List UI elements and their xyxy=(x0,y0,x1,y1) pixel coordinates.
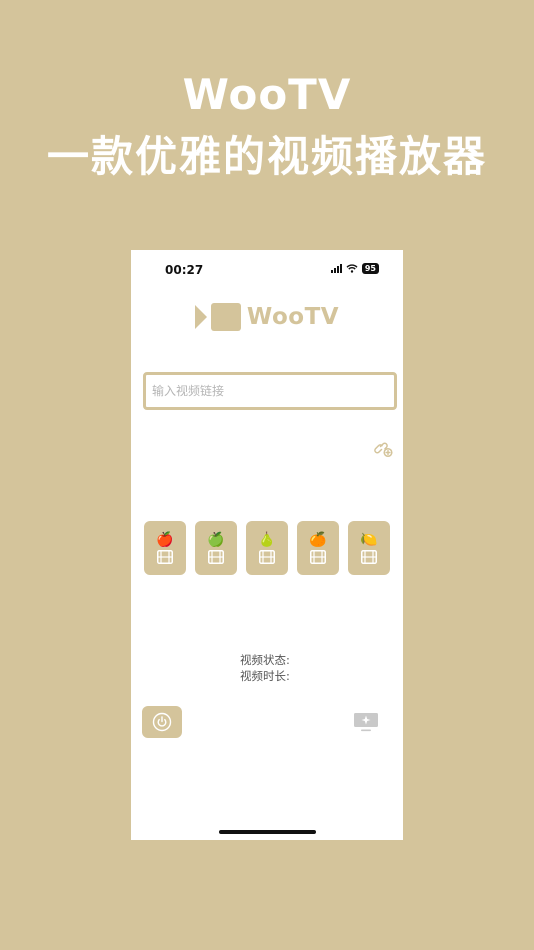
hero-title: WooTV xyxy=(182,70,352,119)
status-time: 00:27 xyxy=(165,263,204,277)
source-button-lemon[interactable]: 🍋 xyxy=(348,521,390,575)
lemon-icon: 🍋 xyxy=(360,532,378,548)
power-button[interactable] xyxy=(142,706,182,738)
brand-name: WooTV xyxy=(246,304,340,330)
apple-icon: 🍎 xyxy=(156,532,174,548)
brand-logo: WooTV xyxy=(131,302,403,332)
battery-icon: 95 xyxy=(361,263,379,274)
link-add-icon[interactable] xyxy=(373,438,393,458)
film-icon xyxy=(361,550,377,564)
source-button-orange[interactable]: 🍊 xyxy=(297,521,339,575)
wifi-icon xyxy=(346,264,358,273)
orange-icon: 🍊 xyxy=(309,532,327,548)
video-status-label: 视频状态: xyxy=(240,653,290,667)
film-icon xyxy=(310,550,326,564)
camera-icon xyxy=(194,303,241,331)
signal-icon xyxy=(330,264,342,273)
film-icon xyxy=(157,550,173,564)
video-info: 视频状态: 视频时长: xyxy=(240,652,290,684)
home-indicator xyxy=(219,830,316,834)
phone-screen: 00:27 95 WooTV 🍎 xyxy=(131,250,403,840)
source-button-pear[interactable]: 🍐 xyxy=(246,521,288,575)
cast-screen-icon[interactable] xyxy=(353,711,379,733)
video-duration-label: 视频时长: xyxy=(240,669,290,683)
source-button-apple[interactable]: 🍎 xyxy=(144,521,186,575)
hero-subtitle: 一款优雅的视频播放器 xyxy=(46,132,487,181)
film-icon xyxy=(259,550,275,564)
power-icon xyxy=(152,712,172,732)
source-button-green-apple[interactable]: 🍏 xyxy=(195,521,237,575)
pear-icon: 🍐 xyxy=(258,532,276,548)
film-icon xyxy=(208,550,224,564)
green-apple-icon: 🍏 xyxy=(207,532,225,548)
status-indicators: 95 xyxy=(330,263,379,274)
source-list: 🍎 🍏 🍐 🍊 🍋 xyxy=(144,521,390,575)
url-input[interactable] xyxy=(143,372,397,410)
